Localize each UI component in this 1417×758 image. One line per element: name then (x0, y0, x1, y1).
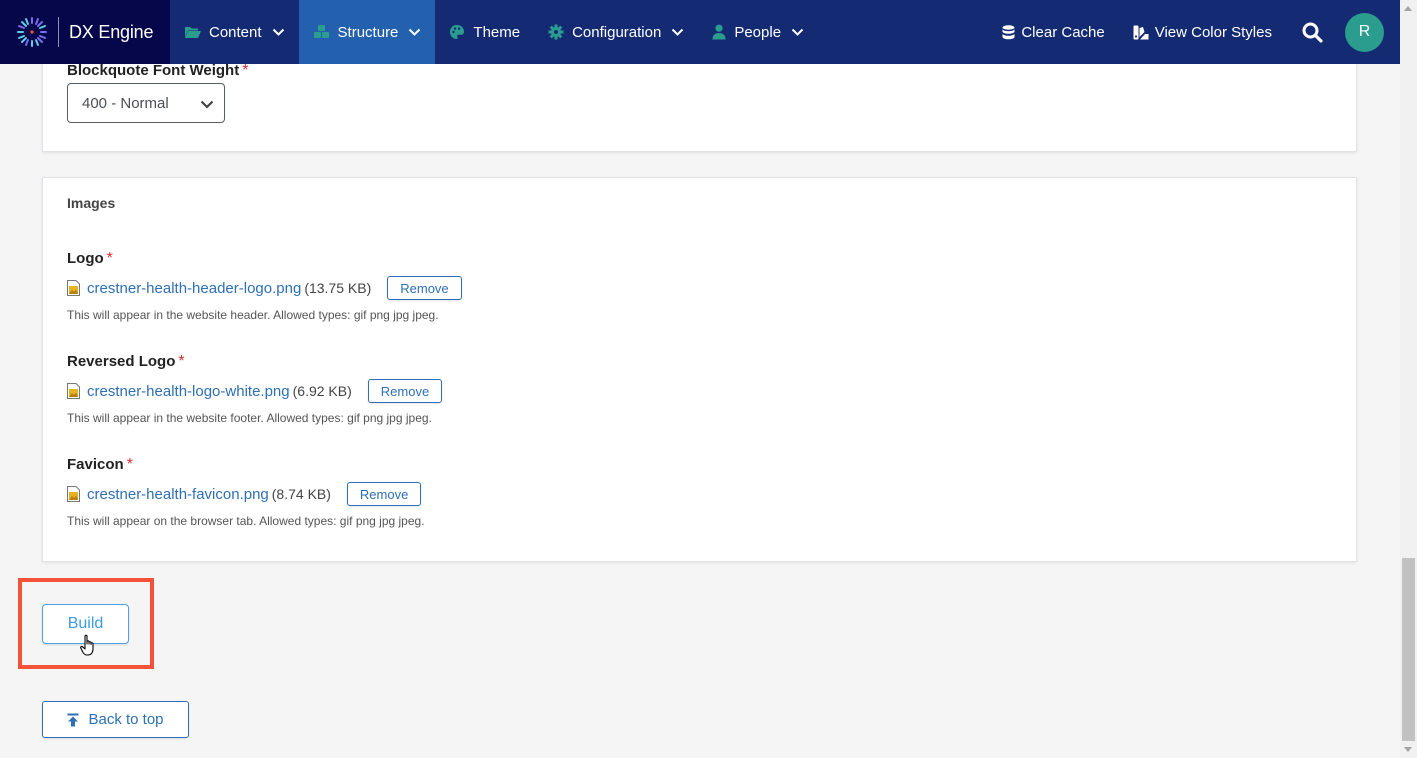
chevron-down-icon (408, 28, 421, 36)
chevron-down-icon (671, 28, 684, 36)
top-navigation: DX Engine Content Structure Theme Config… (0, 0, 1400, 64)
logo-file-row: crestner-health-header-logo.png (13.75 K… (67, 276, 462, 300)
chevron-down-icon (200, 96, 214, 113)
favicon-label: Favicon * (67, 456, 425, 474)
favicon-remove-button[interactable]: Remove (346, 482, 422, 506)
view-color-styles-label: View Color Styles (1154, 23, 1272, 41)
user-avatar[interactable]: R (1345, 12, 1384, 52)
favicon-label-text: Favicon (67, 456, 124, 473)
required-marker: * (178, 353, 185, 370)
cubes-icon (313, 24, 330, 40)
brand-name: DX Engine (69, 21, 154, 42)
logo-help-text: This will appear in the website header. … (67, 308, 439, 322)
required-marker: * (126, 456, 133, 473)
back-to-top-label: Back to top (88, 711, 164, 728)
images-section-title: Images (67, 195, 116, 211)
blockquote-weight-label-text: Blockquote Font Weight (67, 62, 240, 79)
logo-remove-button[interactable]: Remove (387, 276, 462, 300)
reversed-logo-label-text: Reversed Logo (67, 353, 176, 370)
favicon-help-text: This will appear on the browser tab. All… (67, 514, 425, 528)
favicon-file-size: (8.74 KB) (271, 486, 331, 502)
scroll-down-arrow-icon[interactable] (1404, 747, 1412, 752)
hand-pointer-cursor-icon (80, 634, 98, 663)
nav-structure[interactable]: Structure (298, 0, 436, 64)
scrollbar-thumb[interactable] (1402, 558, 1415, 741)
arrow-up-to-line-icon (67, 713, 79, 727)
nav-configuration-label: Configuration (572, 23, 662, 41)
favicon-field: Favicon * crestner-health-favicon.png (8.… (67, 456, 425, 528)
required-marker: * (106, 250, 113, 267)
chevron-down-icon (272, 28, 285, 36)
scroll-up-arrow-icon[interactable] (1404, 6, 1412, 11)
nav-configuration[interactable]: Configuration (534, 0, 698, 64)
brand[interactable]: DX Engine (0, 0, 170, 64)
reversed-logo-help-text: This will appear in the website footer. … (67, 411, 432, 425)
view-color-styles-button[interactable]: View Color Styles (1119, 0, 1286, 64)
reversed-logo-file-link[interactable]: crestner-health-logo-white.png (87, 383, 290, 400)
favicon-file-row: crestner-health-favicon.png (8.74 KB) Re… (67, 482, 425, 506)
blockquote-weight-label: Blockquote Font Weight * (67, 62, 248, 80)
palette-icon (449, 24, 465, 40)
nav-people[interactable]: People (698, 0, 818, 64)
brand-divider (58, 17, 59, 47)
page-scrollbar[interactable] (1400, 0, 1417, 758)
database-icon (1002, 24, 1015, 40)
required-marker: * (242, 62, 249, 79)
reversed-logo-field: Reversed Logo * crestner-health-logo-whit… (67, 353, 443, 425)
reversed-logo-remove-button[interactable]: Remove (367, 379, 443, 403)
nav-structure-label: Structure (337, 23, 399, 41)
search-icon (1302, 22, 1323, 43)
chevron-down-icon (791, 28, 804, 36)
user-icon (712, 24, 726, 40)
folder-open-icon (184, 25, 201, 39)
clear-cache-label: Clear Cache (1021, 23, 1105, 41)
blockquote-font-weight-select[interactable]: 400 - Normal (67, 83, 225, 123)
logo-label-text: Logo (67, 250, 104, 267)
reversed-logo-file-size: (6.92 KB) (292, 383, 352, 399)
reversed-logo-label: Reversed Logo * (67, 353, 442, 371)
nav-theme[interactable]: Theme (435, 0, 534, 64)
reversed-logo-file-row: crestner-health-logo-white.png (6.92 KB)… (67, 379, 443, 403)
dx-engine-logo-icon (16, 16, 48, 48)
swatchbook-icon (1133, 25, 1149, 40)
favicon-file-link[interactable]: crestner-health-favicon.png (87, 486, 269, 503)
nav-content-label: Content (209, 23, 262, 41)
images-panel: Images Logo * crestner-health-header-logo… (42, 177, 1357, 562)
logo-file-link[interactable]: crestner-health-header-logo.png (87, 280, 301, 297)
nav-people-label: People (734, 23, 782, 41)
logo-label: Logo * (67, 250, 462, 268)
image-file-icon (67, 383, 80, 399)
back-to-top-button[interactable]: Back to top (42, 701, 189, 738)
gear-icon (548, 24, 564, 40)
nav-content[interactable]: Content (170, 0, 299, 64)
image-file-icon (67, 280, 80, 296)
nav-theme-label: Theme (473, 23, 521, 41)
search-button[interactable] (1286, 0, 1345, 64)
logo-file-size: (13.75 KB) (304, 280, 372, 296)
logo-field: Logo * crestner-health-header-logo.png (1… (67, 250, 462, 322)
image-file-icon (67, 486, 80, 502)
clear-cache-button[interactable]: Clear Cache (988, 0, 1118, 64)
blockquote-font-weight-value: 400 - Normal (82, 94, 169, 112)
